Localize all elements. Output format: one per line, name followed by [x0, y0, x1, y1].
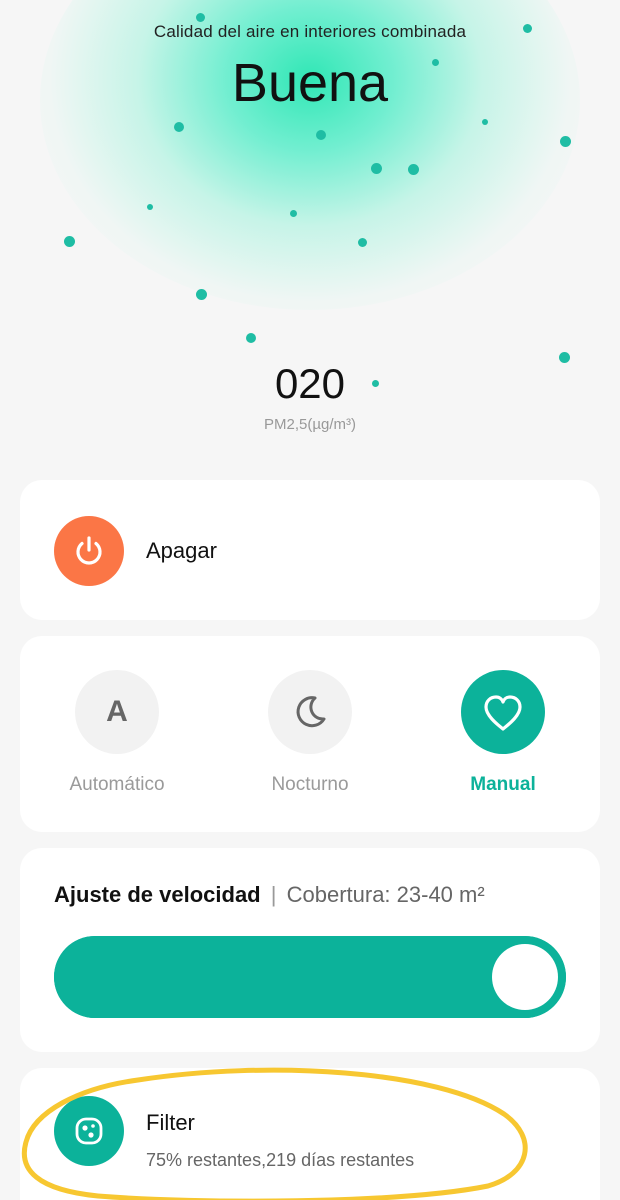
- mode-auto-button[interactable]: A: [75, 670, 159, 754]
- speed-header: Ajuste de velocidad | Cobertura: 23-40 m…: [54, 882, 485, 908]
- letter-a-icon: A: [106, 695, 128, 728]
- mode-night-button[interactable]: [268, 670, 352, 754]
- mode-night[interactable]: Nocturno: [213, 670, 393, 810]
- power-label: Apagar: [146, 538, 217, 563]
- power-button[interactable]: [54, 516, 124, 586]
- speed-separator: |: [270, 882, 277, 907]
- particle-dot: [482, 119, 488, 125]
- air-quality-status: Buena: [231, 53, 389, 113]
- mode-auto-label: Automático: [69, 774, 165, 795]
- particle-dot: [174, 122, 184, 132]
- particle-dot: [408, 164, 419, 175]
- mode-selector-card: A Automático Nocturno Manual: [20, 636, 600, 832]
- particle-dot: [147, 204, 153, 210]
- power-card[interactable]: Apagar: [20, 480, 600, 620]
- mode-manual[interactable]: Manual: [406, 670, 586, 810]
- particle-dot: [560, 136, 571, 147]
- pm25-label: PM2,5(µg/m³): [264, 416, 356, 433]
- speed-card: Ajuste de velocidad | Cobertura: 23-40 m…: [20, 848, 600, 1052]
- speed-slider[interactable]: [54, 936, 566, 1018]
- moon-icon: [296, 696, 326, 728]
- particle-dot: [358, 238, 367, 247]
- particle-dot: [246, 333, 256, 343]
- air-quality-title: Calidad del aire en interiores combinada: [153, 22, 467, 41]
- annotation-circle: [21, 1067, 528, 1200]
- heart-icon: [484, 695, 522, 731]
- speed-slider-thumb[interactable]: [492, 944, 558, 1010]
- speed-slider-fill: [54, 936, 566, 1018]
- mode-manual-button[interactable]: [461, 670, 545, 754]
- particle-dot: [196, 13, 205, 22]
- mode-auto[interactable]: A Automático: [20, 670, 200, 810]
- particle-dot: [196, 289, 207, 300]
- pm25-value: 020: [274, 360, 346, 407]
- power-icon: [76, 536, 102, 565]
- coverage-label: Cobertura: 23-40 m²: [286, 882, 485, 907]
- air-quality-glow: [40, 0, 580, 310]
- air-quality-hero: Calidad del aire en interiores combinada…: [0, 0, 620, 460]
- mode-night-label: Nocturno: [271, 774, 349, 795]
- particle-dot: [316, 130, 326, 140]
- speed-title: Ajuste de velocidad: [54, 882, 261, 907]
- mode-manual-label: Manual: [470, 774, 536, 795]
- particle-dot: [64, 236, 75, 247]
- particle-dot: [290, 210, 297, 217]
- particle-dot: [371, 163, 382, 174]
